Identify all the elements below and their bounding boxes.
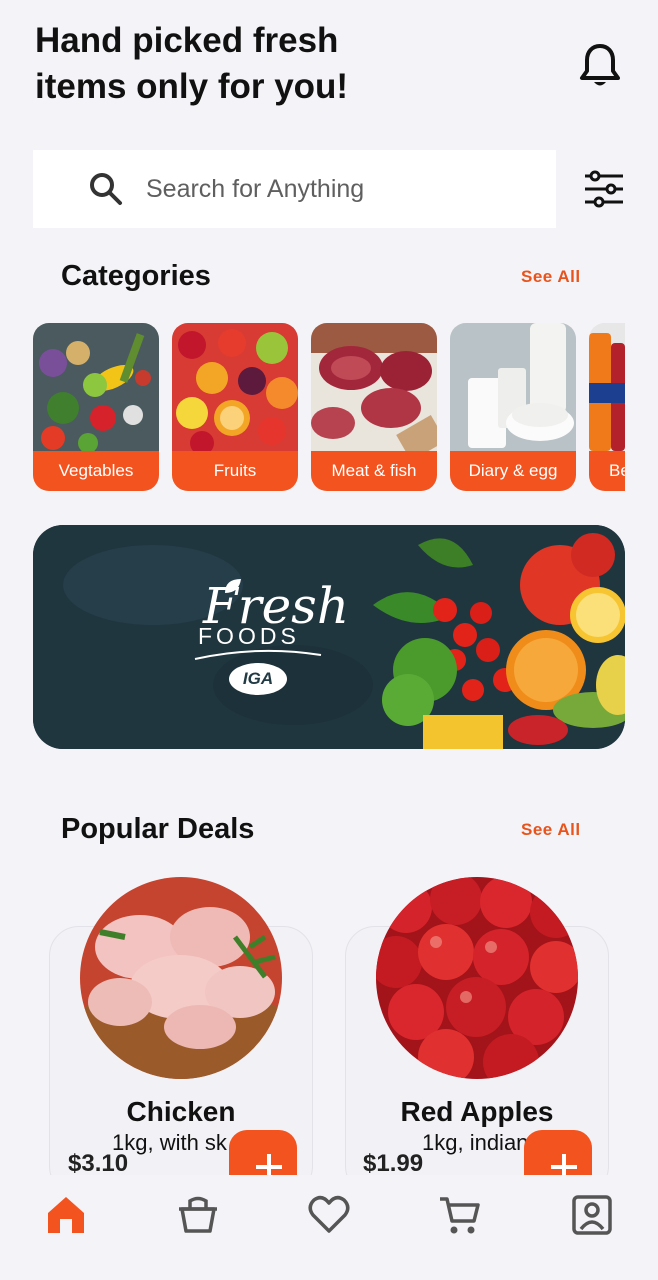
search-placeholder: Search for Anything bbox=[146, 174, 365, 203]
deal-price: $3.10 bbox=[68, 1150, 129, 1177]
category-card-beverages[interactable]: Be bbox=[589, 323, 625, 491]
deal-name: Chicken bbox=[126, 1096, 236, 1127]
banner-produce-image bbox=[33, 525, 625, 749]
fruits-image bbox=[172, 323, 298, 451]
category-label: Meat & fish bbox=[311, 451, 437, 491]
basket-icon[interactable] bbox=[176, 1193, 220, 1237]
bottom-navigation bbox=[0, 1175, 658, 1280]
cart-icon[interactable] bbox=[438, 1193, 482, 1237]
heart-icon[interactable] bbox=[307, 1193, 351, 1237]
beverages-image bbox=[589, 323, 625, 451]
category-card-vegetables[interactable]: Vegtables bbox=[33, 323, 159, 491]
category-label: Fruits bbox=[172, 451, 298, 491]
red-apples-photo bbox=[376, 877, 578, 1079]
home-icon[interactable] bbox=[44, 1193, 88, 1237]
banner-logo-subtitle: FOODS bbox=[198, 623, 300, 649]
category-carousel[interactable]: Vegtables Fruits Meat & fish Diary & egg… bbox=[33, 323, 625, 491]
notification-bell-icon[interactable] bbox=[578, 42, 622, 90]
deal-price: $1.99 bbox=[363, 1150, 424, 1177]
search-icon bbox=[90, 173, 122, 205]
categories-see-all-link[interactable]: See All bbox=[521, 267, 581, 287]
filter-sliders-icon[interactable] bbox=[583, 170, 625, 208]
deal-description: 1kg, with sk bbox=[112, 1130, 227, 1155]
meat-fish-image bbox=[311, 323, 437, 451]
promo-banner[interactable]: Fresh FOODS IGA bbox=[33, 525, 625, 749]
popular-deals-title: Popular Deals bbox=[61, 813, 255, 845]
page-title: Hand picked fresh items only for you! bbox=[35, 21, 349, 106]
chicken-photo bbox=[80, 877, 282, 1079]
category-card-dairy-egg[interactable]: Diary & egg bbox=[450, 323, 576, 491]
search-input[interactable]: Search for Anything bbox=[33, 150, 556, 228]
popular-deals-see-all-link[interactable]: See All bbox=[521, 820, 581, 840]
category-card-meat-fish[interactable]: Meat & fish bbox=[311, 323, 437, 491]
category-card-fruits[interactable]: Fruits bbox=[172, 323, 298, 491]
dairy-egg-image bbox=[450, 323, 576, 451]
vegetables-image bbox=[33, 323, 159, 451]
banner-logo-badge: IGA bbox=[229, 663, 287, 695]
category-label: Vegtables bbox=[33, 451, 159, 491]
profile-icon[interactable] bbox=[570, 1193, 614, 1237]
category-label: Diary & egg bbox=[450, 451, 576, 491]
logo-swoosh bbox=[194, 649, 322, 660]
category-label: Be bbox=[589, 451, 625, 491]
categories-title: Categories bbox=[61, 260, 211, 292]
deal-name: Red Apples bbox=[400, 1096, 554, 1127]
